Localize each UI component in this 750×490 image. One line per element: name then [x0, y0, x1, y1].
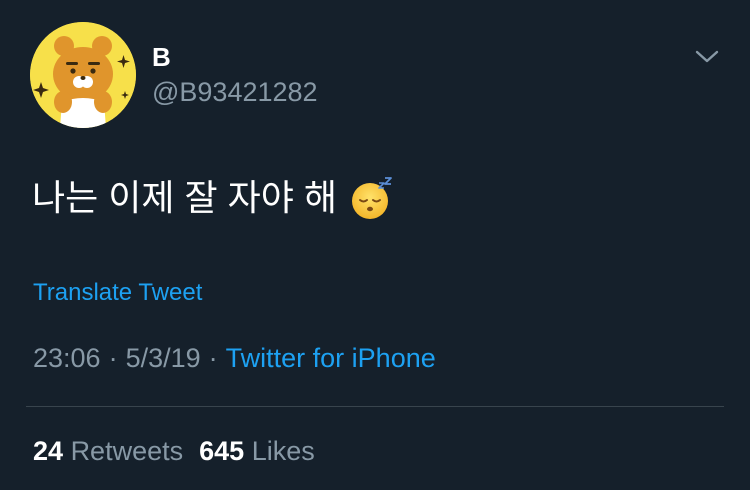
divider: [26, 406, 724, 407]
tweet-source-link[interactable]: Twitter for iPhone: [226, 343, 436, 373]
likes-stat[interactable]: 645 Likes: [199, 436, 315, 466]
tweet-detail: B @B93421282 나는 이제 잘 자야 해 Translate Twee…: [0, 0, 750, 490]
avatar[interactable]: [30, 22, 136, 128]
tweet-date: 5/3/19: [125, 343, 201, 373]
ryan-bear-icon: [30, 22, 136, 128]
likes-count: 645: [199, 436, 245, 466]
tweet-body: 나는 이제 잘 자야 해: [32, 173, 395, 223]
tweet-stats: 24 Retweets 645 Likes: [33, 434, 315, 468]
tweet-meta: 23:06 · 5/3/19 · Twitter for iPhone: [33, 341, 436, 375]
retweets-count: 24: [33, 436, 64, 466]
tweet-text: 나는 이제 잘 자야 해: [32, 177, 337, 218]
sleeping-face-emoji-icon: [351, 177, 392, 219]
user-handle[interactable]: @B93421282: [152, 76, 318, 108]
display-name[interactable]: B: [152, 42, 171, 72]
meta-separator: ·: [208, 343, 218, 373]
chevron-down-icon[interactable]: [694, 46, 720, 66]
translate-tweet-link[interactable]: Translate Tweet: [33, 278, 202, 308]
tweet-time: 23:06: [33, 343, 101, 373]
retweets-label: Retweets: [70, 436, 184, 466]
likes-label: Likes: [251, 436, 315, 466]
retweets-stat[interactable]: 24 Retweets: [33, 436, 183, 466]
meta-separator: ·: [108, 343, 118, 373]
